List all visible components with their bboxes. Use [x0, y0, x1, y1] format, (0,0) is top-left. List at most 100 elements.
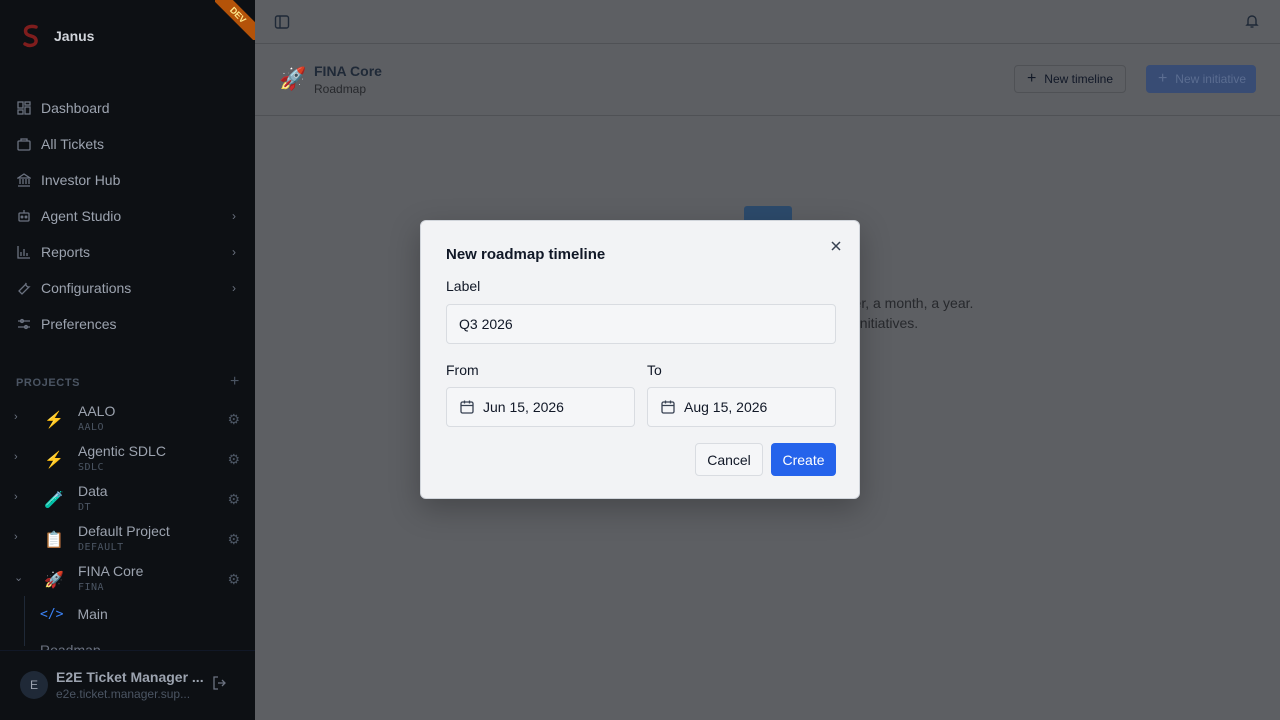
- chevron-right-icon[interactable]: ›: [14, 491, 26, 503]
- calendar-icon: [459, 399, 475, 415]
- page-subtitle: Roadmap: [314, 82, 367, 96]
- project-item-aalo[interactable]: › ⚡ AALO AALO ⚙: [14, 402, 244, 442]
- to-date-picker[interactable]: Aug 15, 2026: [647, 387, 836, 427]
- nav-item-dashboard[interactable]: Dashboard: [16, 90, 240, 126]
- project-key: DEFAULT: [78, 542, 124, 553]
- subitem-label: Main: [77, 606, 108, 622]
- chevron-right-icon: ›: [232, 245, 236, 259]
- new-timeline-label: New timeline: [1044, 72, 1113, 86]
- ticket-icon: [16, 136, 32, 152]
- projects-header: PROJECTS +: [16, 373, 240, 391]
- project-emoji-icon: 🧪: [44, 492, 64, 509]
- page-title: FINA Core: [314, 63, 382, 79]
- project-item-default-project[interactable]: › 📋 Default Project DEFAULT ⚙: [14, 522, 244, 562]
- nav-label: All Tickets: [41, 136, 105, 152]
- gear-icon[interactable]: ⚙: [227, 531, 240, 548]
- nav-item-preferences[interactable]: Preferences: [16, 306, 240, 342]
- wrench-icon: [16, 280, 32, 296]
- project-emoji-icon: 📋: [44, 532, 64, 549]
- tree-line: [24, 596, 25, 646]
- nav-label: Investor Hub: [41, 172, 121, 188]
- project-key: FINA: [78, 582, 105, 593]
- nav-item-reports[interactable]: Reports ›: [16, 234, 240, 270]
- gear-icon[interactable]: ⚙: [227, 571, 240, 588]
- nav-item-all-tickets[interactable]: All Tickets: [16, 126, 240, 162]
- cancel-button[interactable]: Cancel: [695, 443, 763, 476]
- chevron-down-icon[interactable]: ⌄: [14, 571, 26, 584]
- chevron-right-icon[interactable]: ›: [14, 531, 26, 543]
- new-initiative-button[interactable]: + New initiative: [1145, 65, 1256, 93]
- project-title: Default Project: [78, 523, 170, 539]
- gear-icon[interactable]: ⚙: [227, 411, 240, 428]
- code-icon: </>: [40, 606, 64, 622]
- page-header: 🚀 FINA Core Roadmap + New timeline + New…: [255, 44, 1280, 116]
- dialog-title: New roadmap timeline: [446, 246, 606, 263]
- project-item-agentic-sdlc[interactable]: › ⚡ Agentic SDLC SDLC ⚙: [14, 442, 244, 482]
- plus-icon: +: [1157, 70, 1168, 87]
- close-icon[interactable]: [829, 239, 843, 253]
- project-rocket-icon: 🚀: [279, 66, 307, 91]
- from-date-value: Jun 15, 2026: [483, 399, 564, 415]
- bell-icon[interactable]: [1244, 13, 1260, 29]
- from-date-picker[interactable]: Jun 15, 2026: [446, 387, 635, 427]
- project-item-fina-core[interactable]: ⌄ 🚀 FINA Core FINA ⚙: [14, 562, 244, 602]
- gear-icon[interactable]: ⚙: [227, 451, 240, 468]
- project-title: AALO: [78, 403, 116, 419]
- create-button[interactable]: Create: [771, 443, 836, 476]
- new-timeline-dialog: New roadmap timeline Label Q3 2026 From …: [420, 220, 860, 499]
- nav-item-agent-studio[interactable]: Agent Studio ›: [16, 198, 240, 234]
- projects-header-label: PROJECTS: [16, 377, 81, 389]
- brand-name: Janus: [54, 28, 95, 44]
- project-subitem-main[interactable]: </> Main: [40, 606, 108, 622]
- to-field-label: To: [647, 362, 662, 378]
- dashboard-icon: [16, 100, 32, 116]
- from-field-label: From: [446, 362, 479, 378]
- sliders-icon: [16, 316, 32, 332]
- logout-icon[interactable]: [213, 676, 227, 693]
- main-nav: Dashboard All Tickets Investor Hub Agent…: [16, 90, 240, 342]
- gear-icon[interactable]: ⚙: [227, 491, 240, 508]
- env-ribbon: DEV: [215, 0, 255, 40]
- empty-state-text-2: g initiatives.: [845, 315, 919, 331]
- project-emoji-icon: ⚡: [44, 452, 64, 469]
- nav-item-investor-hub[interactable]: Investor Hub: [16, 162, 240, 198]
- project-emoji-icon: ⚡: [44, 412, 64, 429]
- label-field-label: Label: [446, 278, 481, 294]
- top-bar: [255, 0, 1280, 44]
- nav-label: Configurations: [41, 280, 132, 296]
- project-emoji-icon: 🚀: [44, 572, 64, 589]
- project-key: AALO: [78, 422, 105, 433]
- empty-state-text-1: rter, a month, a year.: [845, 295, 974, 311]
- bar-chart-icon: [16, 244, 32, 260]
- project-item-data[interactable]: › 🧪 Data DT ⚙: [14, 482, 244, 522]
- project-key: DT: [78, 502, 92, 513]
- project-title: FINA Core: [78, 563, 144, 579]
- user-panel: E E2E Ticket Manager ... e2e.ticket.mana…: [0, 650, 255, 720]
- nav-item-configurations[interactable]: Configurations ›: [16, 270, 240, 306]
- nav-label: Dashboard: [41, 100, 110, 116]
- label-input[interactable]: Q3 2026: [446, 304, 836, 344]
- avatar[interactable]: E: [20, 671, 48, 699]
- chevron-right-icon[interactable]: ›: [14, 451, 26, 463]
- user-name: E2E Ticket Manager ...: [56, 669, 204, 685]
- new-initiative-label: New initiative: [1175, 72, 1246, 86]
- project-title: Data: [78, 483, 108, 499]
- nav-label: Preferences: [41, 316, 117, 332]
- chevron-right-icon: ›: [232, 209, 236, 223]
- add-project-icon[interactable]: +: [230, 373, 240, 391]
- user-email: e2e.ticket.manager.sup...: [56, 687, 191, 701]
- new-timeline-button[interactable]: + New timeline: [1013, 65, 1126, 93]
- project-title: Agentic SDLC: [78, 443, 166, 459]
- calendar-icon: [660, 399, 676, 415]
- project-key: SDLC: [78, 462, 105, 473]
- bot-icon: [16, 208, 32, 224]
- sidebar-toggle-icon[interactable]: [274, 14, 290, 30]
- janus-logo-icon: [20, 24, 42, 48]
- bank-icon: [16, 172, 32, 188]
- brand[interactable]: Janus: [20, 24, 94, 48]
- plus-icon: +: [1026, 70, 1037, 87]
- chevron-right-icon[interactable]: ›: [14, 411, 26, 423]
- label-input-value: Q3 2026: [459, 316, 513, 332]
- chevron-right-icon: ›: [232, 281, 236, 295]
- nav-label: Reports: [41, 244, 91, 260]
